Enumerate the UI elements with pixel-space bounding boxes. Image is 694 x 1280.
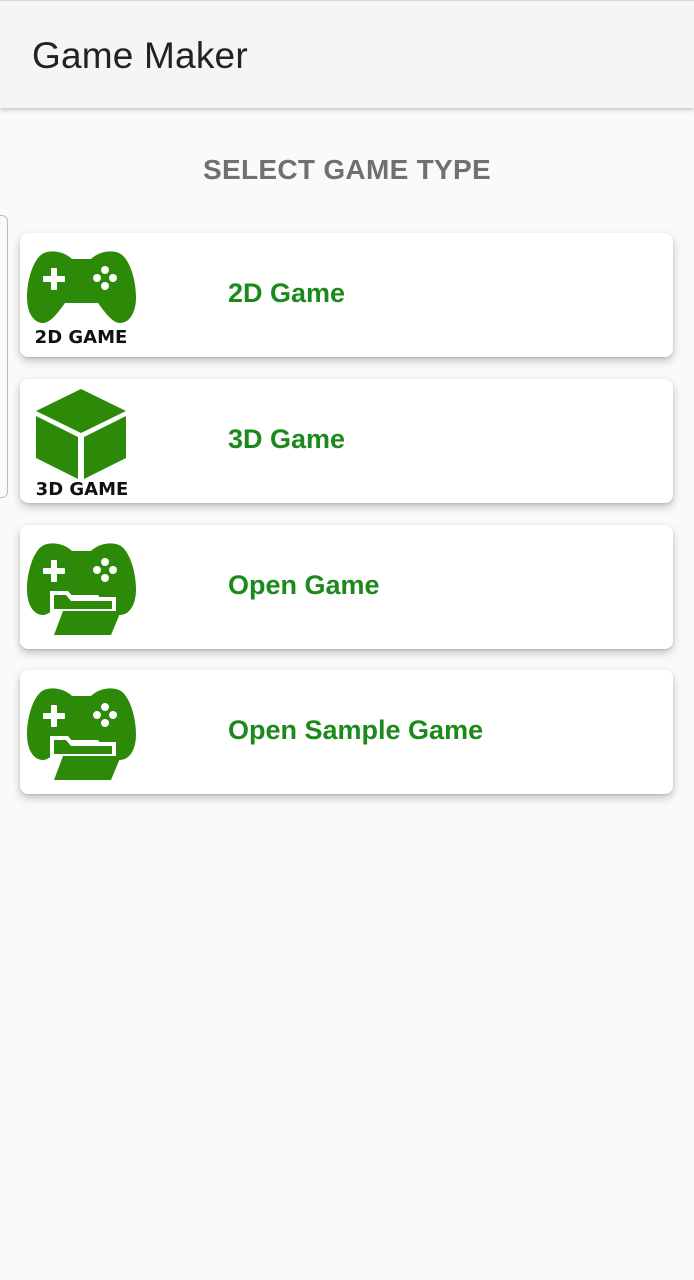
option-label: 2D Game bbox=[228, 278, 346, 308]
gamepad-folder-icon bbox=[24, 531, 139, 643]
section-title: SELECT GAME TYPE bbox=[203, 154, 491, 185]
app-title: Game Maker bbox=[32, 35, 248, 76]
cube-icon: 3D GAME bbox=[24, 385, 139, 497]
option-card-3d-game[interactable]: 3D GAME 3D Game bbox=[20, 379, 673, 503]
icon-caption-2d: 2D GAME bbox=[35, 327, 128, 348]
option-label: 3D Game bbox=[228, 424, 346, 454]
option-card-open-game[interactable]: Open Game bbox=[20, 525, 673, 649]
option-card-2d-game[interactable]: 2D GAME 2D Game bbox=[20, 233, 673, 357]
option-card-open-sample-game[interactable]: Open Sample Game bbox=[20, 670, 673, 794]
option-label: Open Game bbox=[228, 570, 380, 600]
icon-caption-3d: 3D GAME bbox=[36, 479, 129, 497]
gamepad-icon: 2D GAME bbox=[24, 239, 139, 351]
gamepad-folder-icon bbox=[24, 676, 139, 788]
side-edge-handle[interactable] bbox=[0, 215, 8, 498]
option-label: Open Sample Game bbox=[228, 715, 484, 745]
app-bar: Game Maker bbox=[0, 0, 694, 108]
